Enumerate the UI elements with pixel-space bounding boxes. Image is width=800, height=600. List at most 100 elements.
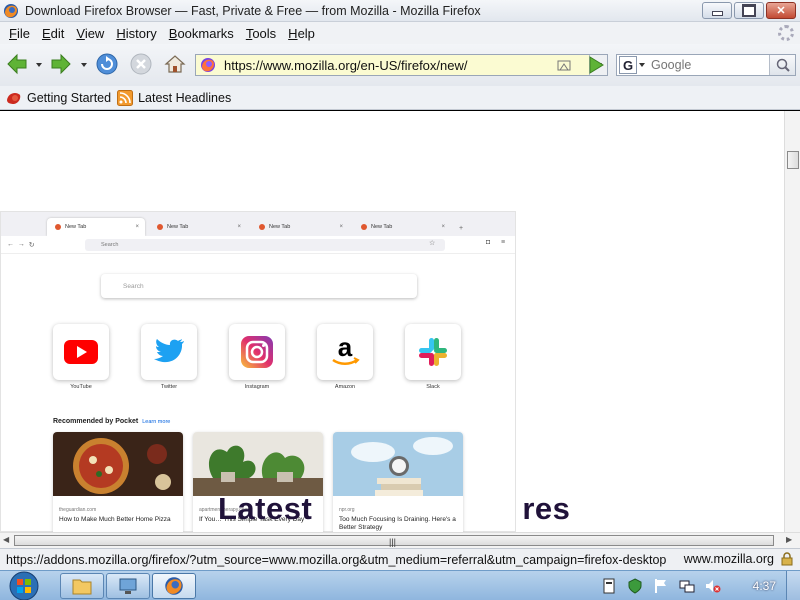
bookmark-getting-started[interactable]: Getting Started (6, 90, 111, 106)
horizontal-scroll-thumb[interactable]: ||| (14, 535, 774, 547)
amazon-icon: a (332, 336, 360, 365)
taskbar-explorer-button[interactable] (60, 573, 104, 599)
go-button[interactable] (585, 54, 607, 76)
window-title: Download Firefox Browser — Fast, Private… (25, 3, 481, 18)
screenshot-tab: New Tab × (149, 218, 247, 236)
volume-muted-icon[interactable] (705, 578, 721, 594)
forward-button[interactable] (50, 53, 72, 75)
screenshot-tab-label: New Tab (371, 224, 393, 230)
screenshot-tab: New Tab × (353, 218, 451, 236)
card-source: theguardian.com (59, 507, 97, 513)
bookmark-label: Getting Started (27, 90, 112, 105)
top-site-tile: Instagram (229, 324, 285, 390)
screenshot-address-bar: Search (85, 239, 445, 251)
url-text[interactable]: https://www.mozilla.org/en-US/firefox/ne… (224, 58, 467, 73)
top-site-label: Amazon (334, 384, 356, 390)
bookmark-latest-headlines[interactable]: Latest Headlines (117, 89, 232, 106)
screenshot-tab-strip: New Tab × New Tab × New Tab × New Tab × + (1, 212, 515, 236)
arrow-left-icon: ← (7, 241, 14, 248)
status-bar: https://addons.mozilla.org/firefox/?utm_… (0, 548, 800, 570)
start-button[interactable] (4, 571, 44, 600)
vertical-scrollbar[interactable] (784, 111, 800, 532)
menu-view[interactable]: View (71, 26, 109, 41)
menu-icon: ≡ (501, 239, 506, 246)
search-button[interactable] (769, 55, 795, 75)
pizza-image (53, 432, 183, 496)
url-bar[interactable]: https://www.mozilla.org/en-US/firefox/ne… (195, 54, 608, 76)
search-bar[interactable]: G (616, 54, 796, 76)
taskbar-computer-button[interactable] (106, 573, 150, 599)
screenshot-search-placeholder: Search (123, 282, 144, 290)
close-button[interactable]: ✕ (766, 2, 796, 19)
flag-icon[interactable] (653, 578, 669, 594)
reload-button[interactable] (96, 53, 118, 75)
menu-edit[interactable]: Edit (37, 26, 69, 41)
bookmark-label: Latest Headlines (138, 90, 232, 105)
grip-icon: ||| (389, 537, 397, 547)
maximize-button[interactable] (734, 2, 764, 19)
system-tray: 4:37 (601, 571, 800, 600)
chevron-down-icon (639, 63, 645, 67)
throbber-icon (778, 25, 794, 41)
minimize-button[interactable] (702, 2, 732, 19)
security-tray-icon[interactable] (627, 578, 643, 594)
menu-bookmarks[interactable]: Bookmarks (164, 26, 239, 41)
document-tray-icon[interactable] (601, 578, 617, 594)
screenshot-toolbar: ← → ↻ Search ☆ ◘ ≡ (1, 236, 515, 254)
menu-history[interactable]: History (111, 26, 161, 41)
pocket-icon: ◘ (486, 239, 491, 246)
lock-icon[interactable] (780, 552, 794, 566)
vertical-scroll-thumb[interactable] (787, 151, 799, 169)
close-icon: ✕ (776, 5, 786, 17)
top-site-label: Instagram (244, 384, 270, 390)
menu-file[interactable]: File (4, 26, 35, 41)
plus-icon: + (459, 225, 464, 232)
search-icon (776, 58, 790, 72)
taskbar-firefox-button[interactable] (152, 573, 196, 599)
home-button[interactable] (164, 53, 186, 75)
search-input[interactable] (651, 58, 769, 72)
menu-help[interactable]: Help (283, 26, 320, 41)
page-content: New Tab × New Tab × New Tab × New Tab × + ← … (0, 111, 784, 532)
pocket-learn-more: Learn more (142, 419, 171, 425)
reload-icon: ↻ (28, 241, 35, 249)
clock[interactable]: 4:37 (753, 579, 776, 593)
pocket-card: theguardian.com How to Make Much Better … (53, 432, 183, 532)
firefox-screenshot-image: New Tab × New Tab × New Tab × New Tab × + ← … (0, 211, 516, 532)
menu-tools[interactable]: Tools (241, 26, 281, 41)
top-site-tile: a Amazon (317, 324, 373, 390)
page-heading-start: Latest (218, 491, 313, 526)
screenshot-tab-label: New Tab (167, 224, 189, 230)
status-domain[interactable]: www.mozilla.org (684, 552, 774, 566)
firefox-red-icon (7, 92, 21, 104)
navigation-toolbar: https://www.mozilla.org/en-US/firefox/ne… (0, 44, 800, 86)
horizontal-scrollbar[interactable]: ◀ ||| ▶ (0, 532, 800, 548)
top-site-tile: Twitter (141, 324, 197, 390)
network-icon[interactable] (679, 578, 695, 594)
forward-history-dropdown[interactable] (81, 63, 87, 67)
back-history-dropdown[interactable] (36, 63, 42, 67)
twitter-icon (154, 339, 184, 363)
computer-icon (119, 578, 137, 594)
title-bar: Download Firefox Browser — Fast, Private… (0, 0, 800, 22)
clock-books-image (333, 432, 463, 496)
stop-button[interactable] (130, 53, 152, 75)
pocket-heading: Recommended by Pocket Learn more (53, 418, 170, 425)
top-site-tile: YouTube (53, 324, 109, 390)
pocket-heading-text: Recommended by Pocket (53, 418, 139, 425)
top-site-tile: Slack (405, 324, 461, 390)
site-favicon-icon (201, 58, 215, 72)
back-button[interactable] (6, 53, 28, 75)
search-engine-icon[interactable]: G (619, 56, 637, 74)
youtube-icon (64, 340, 98, 364)
menu-bar: File Edit View History Bookmarks Tools H… (0, 22, 800, 44)
show-desktop-button[interactable] (786, 571, 800, 600)
firefox-icon (165, 577, 183, 595)
site-identity-icon[interactable] (557, 58, 571, 72)
scroll-left-icon[interactable]: ◀ (3, 535, 9, 544)
scroll-right-icon[interactable]: ▶ (786, 535, 792, 544)
taskbar: 4:37 (0, 570, 800, 600)
svg-text:a: a (338, 336, 353, 362)
folder-icon (72, 579, 92, 595)
screenshot-tab-label: New Tab (65, 224, 87, 230)
